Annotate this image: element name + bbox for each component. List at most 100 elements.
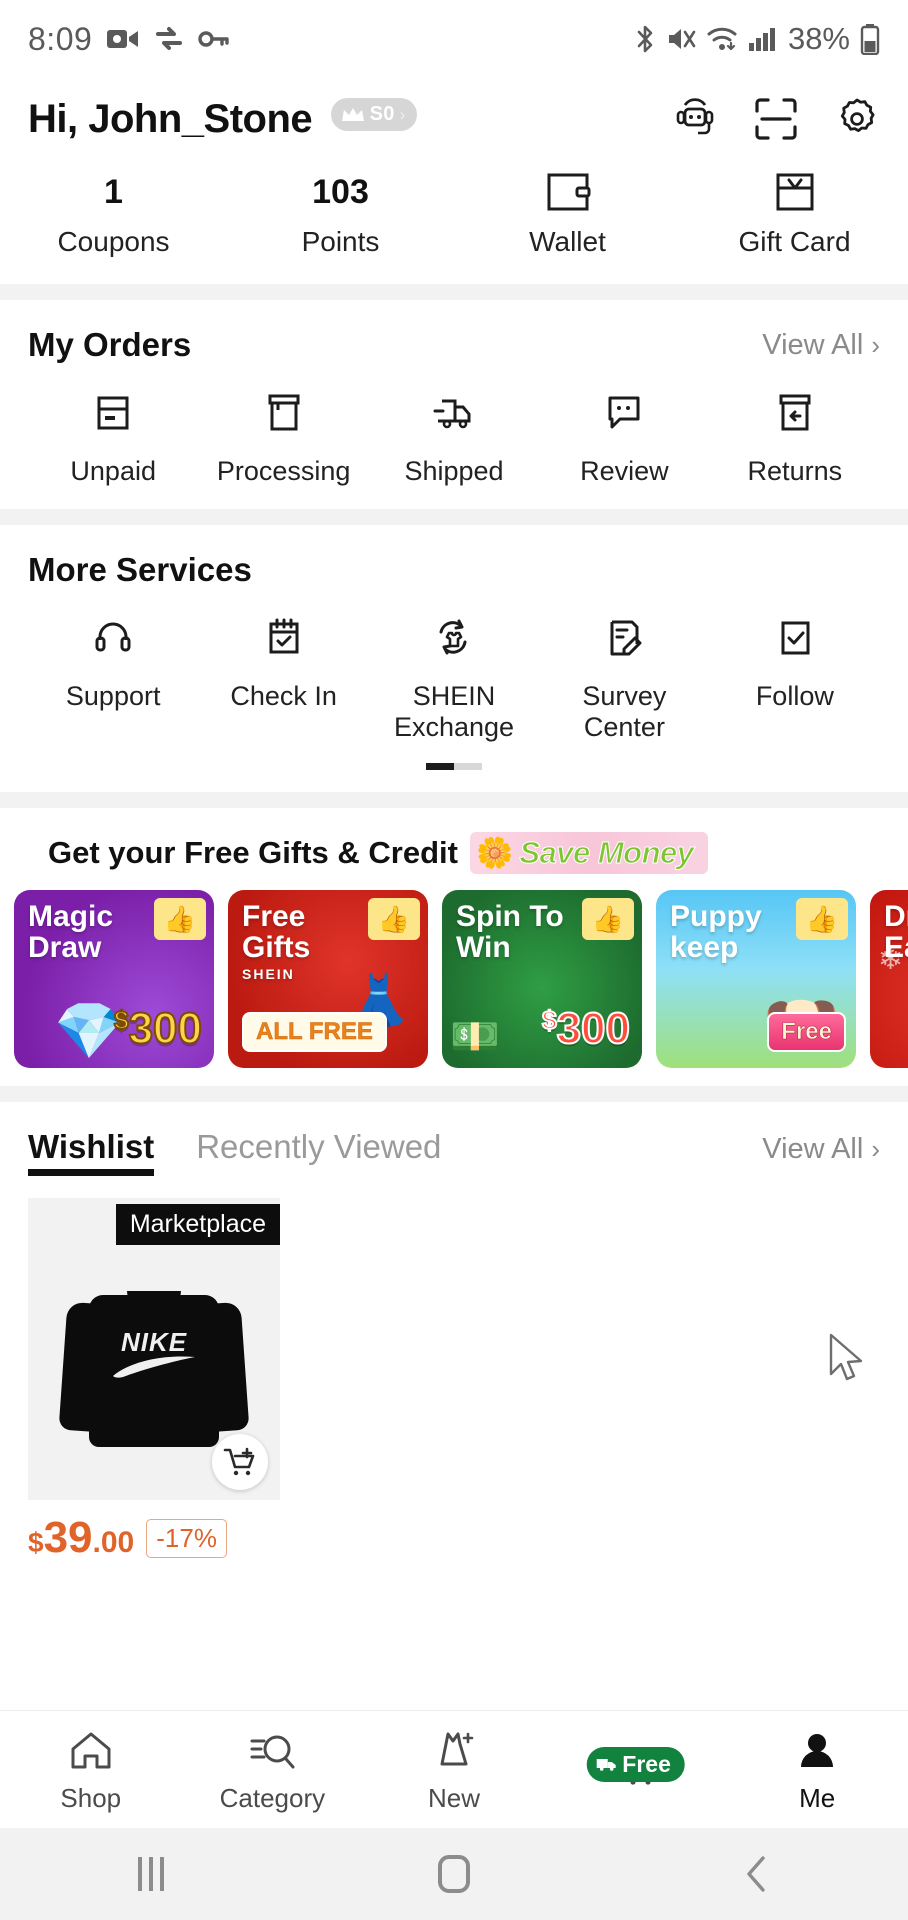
view-all-label: View All: [762, 328, 864, 361]
promo-card-magic-draw[interactable]: Magic Draw 👍 💎 $300: [14, 890, 214, 1069]
promo-card-puppy-keep[interactable]: Puppy keep 👍 🐶 Free: [656, 890, 856, 1069]
more-services-section: More Services Support Check In SHEIN Exc…: [0, 525, 908, 793]
checkbox-icon: [710, 609, 880, 667]
order-status-returns[interactable]: Returns: [710, 384, 880, 487]
nav-new[interactable]: New: [363, 1725, 545, 1814]
member-level-text: S0: [369, 103, 395, 125]
add-to-cart-button[interactable]: [212, 1434, 268, 1491]
wallet-label: Wallet: [529, 226, 606, 257]
my-orders-section: My Orders View All › Unpaid Processing S…: [0, 300, 908, 510]
crown-icon: [341, 107, 364, 121]
order-status-label: Review: [580, 456, 669, 486]
wallet-icon: [454, 168, 681, 216]
nav-shop[interactable]: Shop: [0, 1725, 182, 1814]
service-support[interactable]: Support: [28, 609, 198, 743]
chevron-right-icon: ›: [871, 1134, 880, 1165]
recents-icon[interactable]: [0, 1857, 303, 1891]
gift-icon: 👍: [368, 898, 420, 941]
header-actions: [672, 96, 880, 142]
flower-icon: 🌼: [475, 836, 514, 870]
order-status-shipped[interactable]: Shipped: [369, 384, 539, 487]
battery-icon: [860, 23, 880, 56]
calendar-check-icon: [198, 609, 368, 667]
cellular-signal-icon: [748, 26, 776, 52]
product-image[interactable]: Marketplace NIKE: [28, 1198, 280, 1501]
system-navigation-bar: [0, 1828, 908, 1920]
customer-service-icon[interactable]: [672, 97, 718, 141]
my-orders-title: My Orders: [28, 326, 192, 363]
stat-wallet[interactable]: Wallet: [454, 168, 681, 258]
save-money-badge: 🌼 Save Money: [469, 832, 708, 875]
greeting-text: Hi, John_Stone: [28, 96, 313, 141]
promo-card-draw-easily[interactable]: Draw Easily ❄ $50: [870, 890, 908, 1069]
services-pager: [28, 763, 880, 771]
nav-label: Me: [799, 1783, 836, 1813]
promo-card-free-gifts[interactable]: Free Gifts SHEIN 👍 👗 ALL FREE: [228, 890, 428, 1069]
service-shein-exchange[interactable]: SHEIN Exchange: [369, 609, 539, 743]
currency-symbol: $: [28, 1527, 44, 1559]
order-status-processing[interactable]: Processing: [198, 384, 368, 487]
promo-card-strip[interactable]: Magic Draw 👍 💎 $300 Free Gifts SHEIN 👍 👗…: [0, 890, 908, 1086]
nav-me[interactable]: Me: [726, 1725, 908, 1814]
my-orders-view-all[interactable]: View All ›: [762, 329, 880, 362]
tab-wishlist[interactable]: Wishlist: [28, 1128, 155, 1177]
promo-card-title: Spin To Win: [456, 900, 564, 964]
nav-label: Shop: [60, 1783, 122, 1813]
settings-icon[interactable]: [834, 96, 880, 142]
clipboard-pen-icon: [539, 609, 709, 667]
service-label: Survey Center: [582, 681, 667, 743]
product-card[interactable]: Marketplace NIKE $39.00 -17%: [28, 1198, 280, 1560]
gift-icon: 👍: [154, 898, 206, 941]
order-status-review[interactable]: Review: [539, 384, 709, 487]
pager-dot-active: [426, 763, 454, 771]
chevron-right-icon: ›: [871, 329, 880, 360]
view-all-label: View All: [762, 1133, 864, 1166]
promo-card-chip: Free: [767, 1012, 846, 1053]
service-follow[interactable]: Follow: [710, 609, 880, 743]
order-status-label: Processing: [216, 456, 351, 486]
home-icon[interactable]: [303, 1855, 606, 1893]
member-level-badge[interactable]: S0 ›: [330, 98, 418, 131]
wishlist-tabs: Wishlist Recently Viewed View All ›: [0, 1102, 908, 1177]
gift-card-label: Gift Card: [738, 226, 851, 257]
service-survey-center[interactable]: Survey Center: [539, 609, 709, 743]
order-status-unpaid[interactable]: Unpaid: [28, 384, 198, 487]
headset-icon: [28, 609, 198, 667]
nav-cart[interactable]: Free: [545, 1744, 727, 1796]
product-price-row: $39.00 -17%: [28, 1516, 280, 1560]
price-decimal: .00: [92, 1526, 135, 1560]
scan-icon[interactable]: [754, 97, 798, 141]
service-check-in[interactable]: Check In: [198, 609, 368, 743]
bluetooth-icon: [634, 24, 656, 54]
key-icon: [198, 28, 230, 50]
nav-label: New: [427, 1783, 480, 1813]
sync-icon: [154, 26, 184, 52]
chevron-right-icon: ›: [399, 104, 406, 124]
tab-recently-viewed[interactable]: Recently Viewed: [196, 1128, 441, 1176]
wishlist-view-all[interactable]: View All ›: [762, 1133, 880, 1176]
greeting-block: Hi, John_Stone S0 ›: [28, 96, 418, 142]
nav-category[interactable]: Category: [182, 1725, 364, 1814]
swoosh-icon: [113, 1356, 195, 1378]
promo-card-spin-to-win[interactable]: Spin To Win 👍 💵 $300: [442, 890, 642, 1069]
card-icon: [28, 384, 198, 442]
order-status-label: Shipped: [404, 456, 504, 486]
box-icon: [198, 384, 368, 442]
battery-percent: 38%: [787, 21, 850, 56]
free-badge-text: Free: [622, 1750, 671, 1777]
product-price: $39.00: [28, 1516, 134, 1560]
status-bar-left: 8:09: [28, 21, 230, 58]
promo-card-title: Puppy keep: [670, 900, 762, 964]
gift-card-icon: [681, 168, 908, 216]
promo-card-amount: $300: [541, 1003, 631, 1054]
home-icon: [0, 1725, 182, 1777]
discount-badge: -17%: [146, 1518, 227, 1558]
stat-coupons[interactable]: 1 Coupons: [0, 168, 227, 258]
back-icon[interactable]: [605, 1853, 908, 1895]
stat-gift-card[interactable]: Gift Card: [681, 168, 908, 258]
stat-points[interactable]: 103 Points: [227, 168, 454, 258]
product-brand: NIKE: [111, 1327, 197, 1378]
return-box-icon: [710, 384, 880, 442]
my-orders-header: My Orders View All ›: [28, 326, 880, 364]
snowflake-icon: ❄: [878, 943, 904, 977]
